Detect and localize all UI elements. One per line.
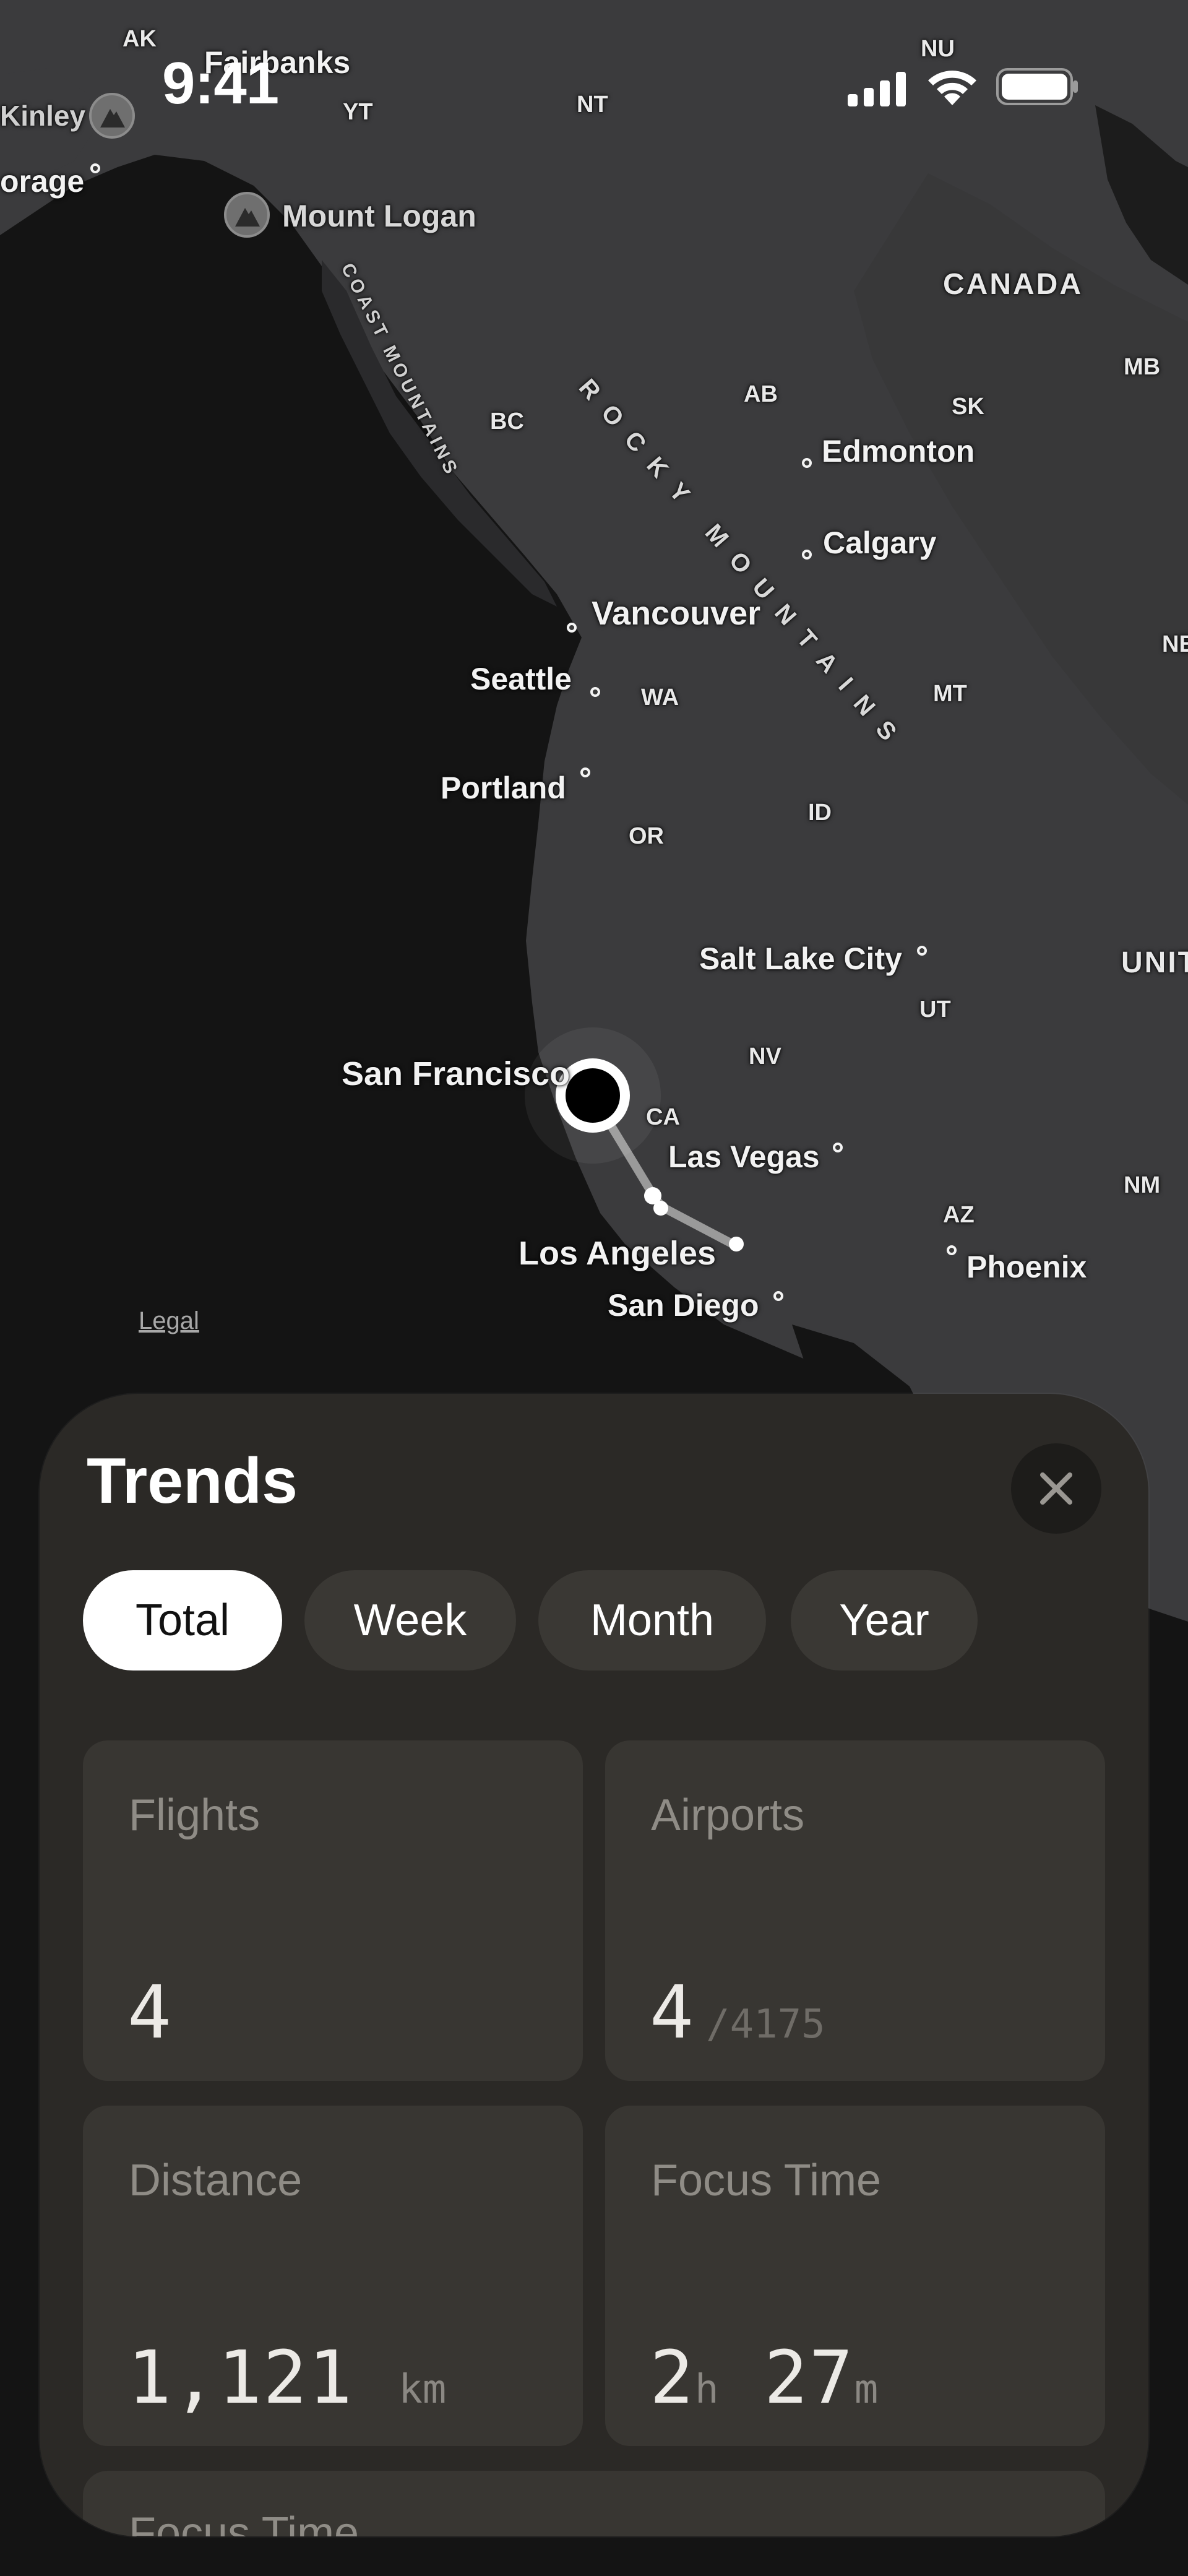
city-dot (580, 767, 590, 777)
stat-unit: km (398, 2367, 447, 2413)
stat-card-focus-time[interactable]: Focus Time 2h 27m (605, 2106, 1105, 2446)
city-dot (802, 550, 812, 560)
region-label-yt: YT (343, 99, 373, 125)
legal-link[interactable]: Legal (139, 1307, 199, 1335)
region-label-ne: NE (1162, 631, 1188, 657)
city-dot (917, 946, 927, 956)
region-label-nv: NV (749, 1044, 781, 1070)
stat-label: Focus Time (129, 2509, 359, 2536)
city-label-mckinley[interactable]: Kinley (0, 99, 85, 132)
country-label-canada: CANADA (943, 268, 1083, 301)
battery-icon (996, 68, 1078, 105)
stat-card-distance[interactable]: Distance 1,121 km (83, 2106, 583, 2446)
region-label-wa: WA (641, 685, 679, 711)
region-label-bc: BC (490, 408, 524, 434)
city-label-los-angeles[interactable]: Los Angeles (519, 1234, 716, 1273)
region-label-mt: MT (933, 681, 967, 707)
city-label-las-vegas[interactable]: Las Vegas (668, 1139, 820, 1175)
city-dot (90, 163, 100, 173)
close-button[interactable] (1011, 1443, 1101, 1534)
region-label-ut: UT (919, 996, 951, 1022)
city-label-vancouver[interactable]: Vancouver (592, 594, 760, 633)
segment-month[interactable]: Month (538, 1570, 766, 1671)
stat-value: 4 (127, 1969, 173, 2055)
cellular-signal-icon (848, 72, 906, 106)
city-label-seattle[interactable]: Seattle (470, 661, 572, 697)
status-icons (848, 67, 1083, 110)
trends-sheet: Trends Total Week Month Year Flights 4 A… (40, 1394, 1148, 2536)
city-dot (833, 1143, 843, 1152)
region-label-nm: NM (1124, 1172, 1161, 1198)
region-label-mb: MB (1124, 354, 1161, 380)
city-label-san-francisco[interactable]: San Francisco (342, 1055, 570, 1093)
city-dot (567, 623, 577, 633)
region-label-nu: NU (921, 36, 955, 62)
status-time: 9:41 (162, 50, 279, 116)
city-dot (773, 1291, 783, 1301)
stat-total: /4175 (706, 2002, 825, 2047)
region-label-ak: AK (123, 26, 157, 52)
region-label-az: AZ (943, 1202, 975, 1228)
mountain-peak-icon (224, 192, 270, 238)
stat-card-airports[interactable]: Airports 4/4175 (605, 1740, 1105, 2081)
city-dot (947, 1245, 957, 1255)
country-label-united: UNIT (1121, 946, 1188, 979)
city-label-mount-logan[interactable]: Mount Logan (282, 198, 476, 234)
region-label-nt: NT (577, 92, 608, 118)
region-label-or: OR (629, 823, 664, 849)
city-dot (590, 687, 600, 697)
stat-value: 2h 27m (650, 2335, 879, 2420)
region-label-ca: CA (646, 1104, 680, 1130)
sheet-title: Trends (87, 1445, 298, 1517)
city-label-san-diego[interactable]: San Diego (608, 1287, 759, 1323)
city-label-salt-lake-city[interactable]: Salt Lake City (699, 941, 902, 977)
city-dot (802, 458, 812, 468)
stat-label: Distance (129, 2156, 303, 2205)
segment-total[interactable]: Total (83, 1570, 282, 1671)
stat-card-peek[interactable]: Focus Time (83, 2471, 1105, 2536)
region-label-sk: SK (952, 394, 984, 420)
stat-label: Flights (129, 1791, 260, 1840)
segment-year[interactable]: Year (791, 1570, 978, 1671)
stat-label: Focus Time (651, 2156, 882, 2205)
mountain-peak-icon (89, 93, 135, 139)
stat-value: 1,121 km (127, 2335, 447, 2420)
stat-value: 4/4175 (650, 1969, 825, 2055)
stat-label: Airports (651, 1791, 805, 1840)
stat-card-flights[interactable]: Flights 4 (83, 1740, 583, 2081)
city-label-calgary[interactable]: Calgary (823, 525, 936, 561)
city-label-anchorage[interactable]: orage (0, 163, 84, 199)
region-label-ab: AB (744, 381, 778, 407)
city-label-phoenix[interactable]: Phoenix (966, 1249, 1087, 1285)
segment-week[interactable]: Week (304, 1570, 516, 1671)
city-label-edmonton[interactable]: Edmonton (822, 433, 975, 469)
region-label-id: ID (808, 800, 832, 826)
city-label-portland[interactable]: Portland (441, 770, 566, 806)
xmark-icon (1040, 1472, 1072, 1505)
wifi-icon (928, 71, 976, 105)
